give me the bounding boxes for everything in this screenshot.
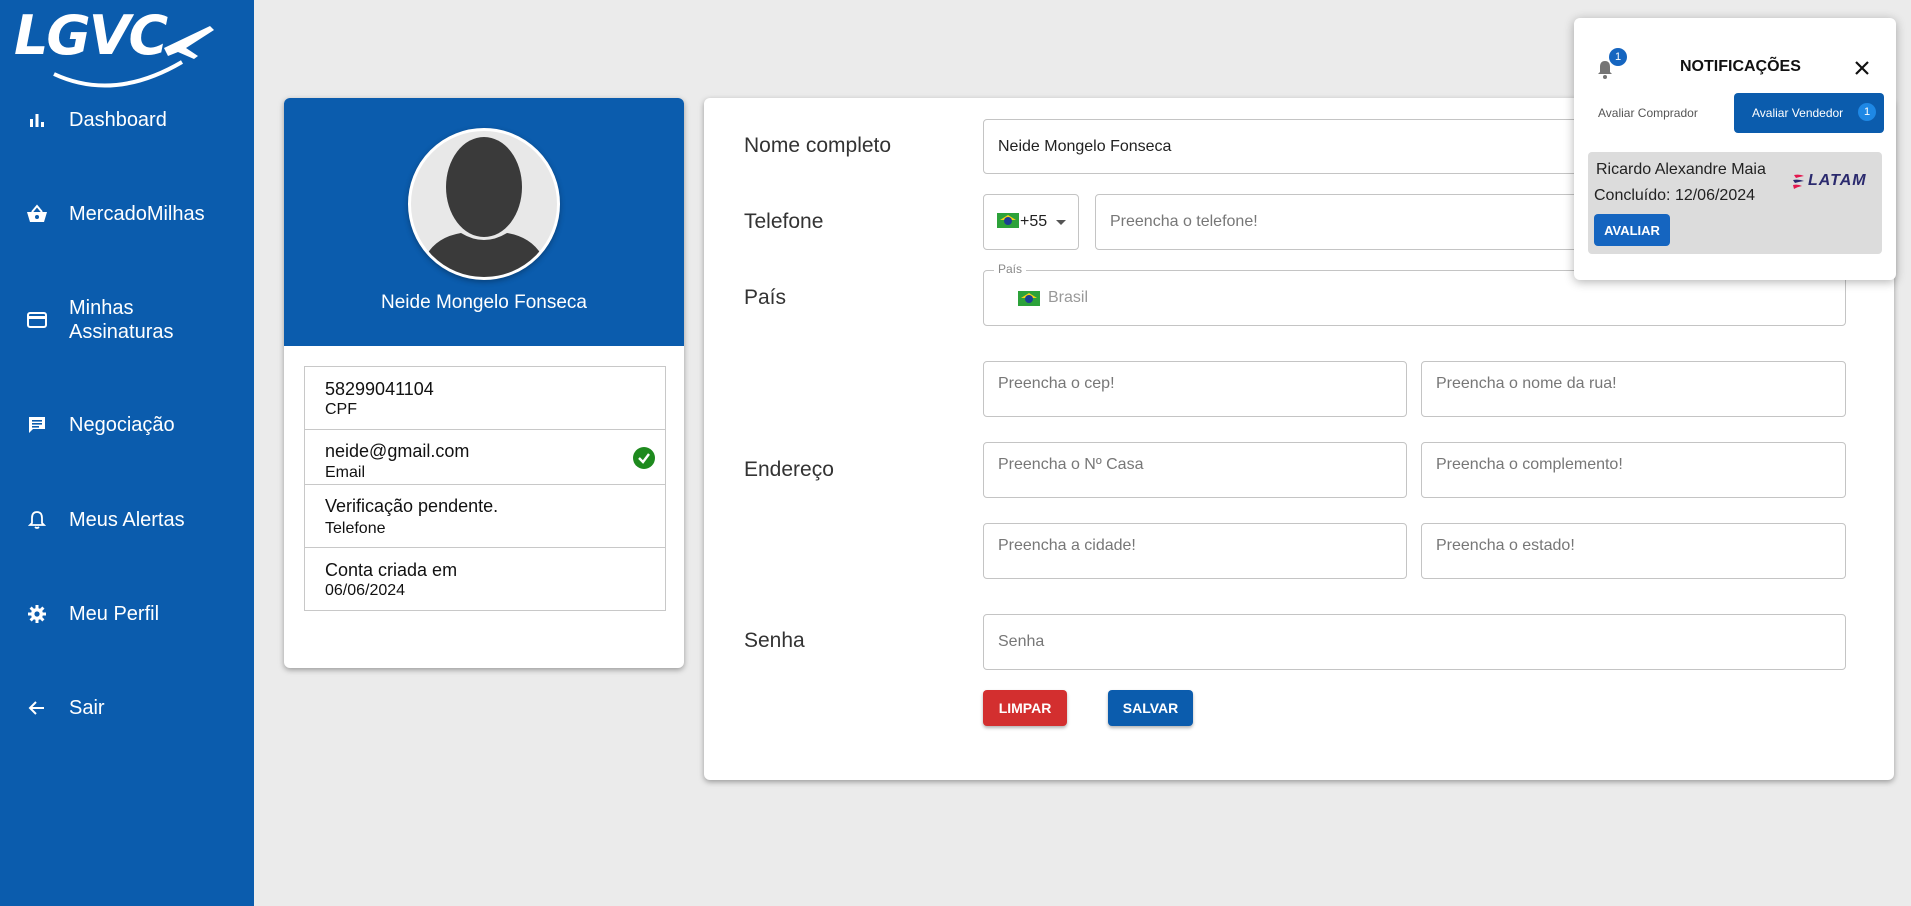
basket-icon [26, 203, 48, 225]
sidebar-item-label: MercadoMilhas [69, 203, 205, 225]
name-label: Nome completo [744, 134, 892, 157]
created-date: 06/06/2024 [325, 582, 406, 599]
save-button[interactable]: SALVAR [1108, 690, 1193, 726]
password-input[interactable]: Senha [983, 614, 1846, 670]
tab-avaliar-vendedor[interactable]: Avaliar Vendedor 1 [1734, 93, 1884, 133]
bell-count-badge: 1 [1609, 48, 1627, 66]
seller-count-badge: 1 [1858, 103, 1876, 121]
tab-label: Avaliar Vendedor [1752, 106, 1844, 120]
info-cpf: 58299041104 CPF [304, 366, 666, 430]
notification-user-name: Ricardo Alexandre Maia [1596, 161, 1766, 178]
info-email: neide@gmail.com Email [304, 429, 666, 485]
arrow-left-icon [26, 697, 48, 719]
name-input-value: Neide Mongelo Fonseca [998, 137, 1172, 155]
cpf-label: CPF [325, 401, 357, 418]
close-icon[interactable] [1854, 60, 1870, 76]
email-label: Email [325, 464, 366, 481]
chat-icon [26, 414, 48, 436]
brazil-flag-icon [1018, 291, 1040, 306]
sidebar-item-mercadomilhas[interactable]: MercadoMilhas [0, 184, 254, 244]
verified-check-icon [633, 447, 655, 469]
brazil-flag-icon [997, 213, 1019, 228]
notifications-title: NOTIFICAÇÕES [1680, 58, 1801, 75]
airplane-swoosh-icon [53, 26, 214, 88]
sidebar-item-assinaturas[interactable]: Minhas Assinaturas [0, 288, 254, 352]
city-input[interactable]: Preencha a cidade! [983, 523, 1407, 579]
profile-card: Neide Mongelo Fonseca 58299041104 CPF ne… [284, 98, 684, 668]
bell-icon [26, 509, 48, 531]
notification-item: Ricardo Alexandre Maia Concluído: 12/06/… [1588, 152, 1882, 254]
password-placeholder: Senha [998, 633, 1045, 650]
rate-button[interactable]: AVALIAR [1594, 214, 1670, 246]
sidebar-item-sair[interactable]: Sair [0, 678, 254, 738]
info-created: Conta criada em 06/06/2024 [304, 547, 666, 611]
latam-bird-icon [1793, 174, 1804, 189]
profile-name: Neide Mongelo Fonseca [381, 292, 587, 313]
sidebar-item-label: Sair [69, 697, 105, 719]
house-number-placeholder: Preencha o Nº Casa [998, 456, 1144, 473]
password-label: Senha [744, 629, 805, 652]
profile-header: Neide Mongelo Fonseca [284, 98, 684, 346]
bar-chart-icon [26, 109, 48, 131]
sidebar: LGVC Dashboard MercadoMilhas Minhas Assi… [0, 0, 254, 906]
created-label: Conta criada em [325, 560, 458, 580]
country-code-select[interactable]: +55 [983, 194, 1079, 250]
gear-icon [26, 603, 48, 625]
phone-label: Telefone [325, 520, 386, 537]
city-placeholder: Preencha a cidade! [998, 537, 1136, 554]
country-code-value: +55 [1020, 213, 1048, 230]
state-input[interactable]: Preencha o estado! [1421, 523, 1846, 579]
phone-placeholder: Preencha o telefone! [1110, 213, 1258, 230]
sidebar-item-label: Negociação [69, 414, 175, 436]
sidebar-item-perfil[interactable]: Meu Perfil [0, 584, 254, 644]
sidebar-item-label: Meu Perfil [69, 603, 160, 625]
sidebar-item-dashboard[interactable]: Dashboard [0, 90, 254, 150]
avatar[interactable] [408, 128, 560, 280]
brand-logo[interactable]: LGVC [14, 4, 218, 92]
user-silhouette-icon [419, 137, 549, 277]
complement-placeholder: Preencha o complemento! [1436, 456, 1623, 473]
state-placeholder: Preencha o estado! [1436, 537, 1575, 554]
address-label: Endereço [744, 458, 834, 481]
notification-date: Concluído: 12/06/2024 [1594, 187, 1756, 204]
sidebar-item-alertas[interactable]: Meus Alertas [0, 490, 254, 550]
street-placeholder: Preencha o nome da rua! [1436, 375, 1617, 392]
cpf-value: 58299041104 [325, 379, 434, 399]
phone-label: Telefone [744, 210, 824, 233]
airline-name: LATAM [1808, 172, 1867, 189]
complement-input[interactable]: Preencha o complemento! [1421, 442, 1846, 498]
cep-input[interactable]: Preencha o cep! [983, 361, 1407, 417]
tab-avaliar-comprador[interactable]: Avaliar Comprador [1598, 106, 1698, 120]
house-number-input[interactable]: Preencha o Nº Casa [983, 442, 1407, 498]
sidebar-item-label: Meus Alertas [69, 509, 185, 531]
credit-card-icon [26, 309, 48, 331]
street-input[interactable]: Preencha o nome da rua! [1421, 361, 1846, 417]
info-phone: Verificação pendente. Telefone [304, 484, 666, 548]
sidebar-item-negociacao[interactable]: Negociação [0, 395, 254, 455]
clear-button[interactable]: LIMPAR [983, 690, 1067, 726]
phone-input[interactable]: Preencha o telefone! [1095, 194, 1592, 250]
country-legend: País [994, 262, 1027, 276]
chevron-down-icon [1056, 220, 1066, 225]
sidebar-item-label: Dashboard [69, 109, 167, 131]
country-value: Brasil [1048, 289, 1089, 306]
cep-placeholder: Preencha o cep! [998, 375, 1115, 392]
country-label: País [744, 286, 787, 309]
phone-status: Verificação pendente. [325, 496, 499, 516]
sidebar-item-label: Minhas Assinaturas [69, 297, 174, 343]
email-value: neide@gmail.com [325, 441, 470, 461]
notifications-panel: 1 NOTIFICAÇÕES Avaliar Comprador Avaliar… [1574, 18, 1896, 280]
